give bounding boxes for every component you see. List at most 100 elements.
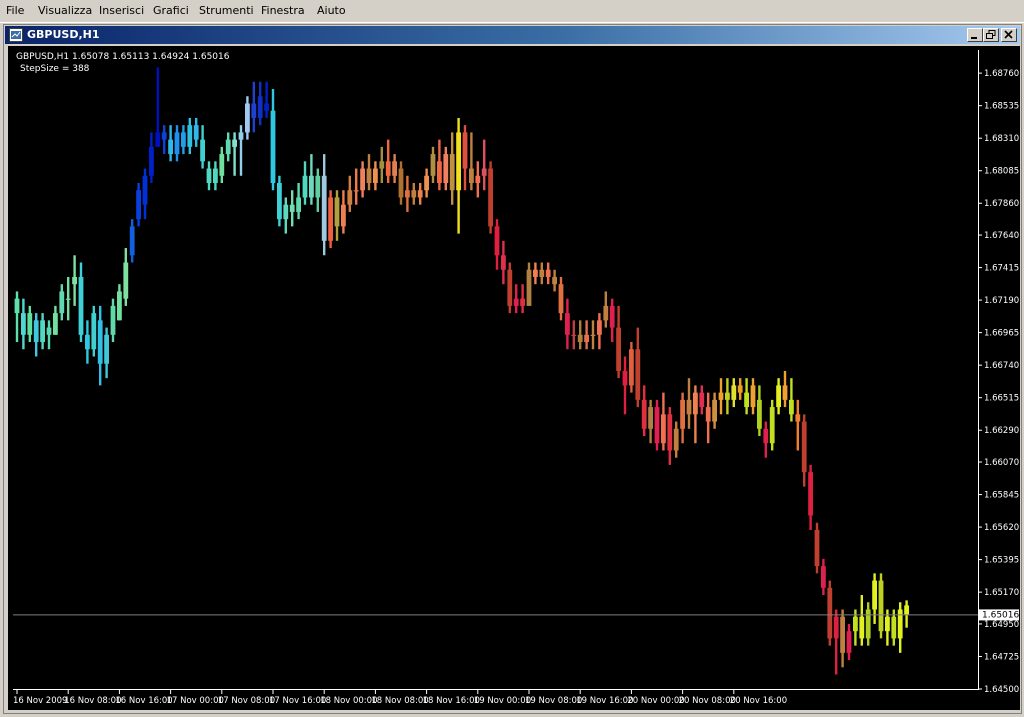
candle-body bbox=[725, 392, 730, 400]
candle-body bbox=[277, 183, 282, 220]
menu-inserisci[interactable]: Inserisci bbox=[99, 4, 144, 17]
candle-body bbox=[699, 392, 705, 408]
candle bbox=[488, 161, 493, 234]
candle-body bbox=[251, 103, 257, 118]
indicator-info: StepSize = 388 bbox=[20, 64, 90, 74]
candle-body bbox=[379, 161, 385, 169]
candle bbox=[654, 399, 660, 451]
candle-body bbox=[347, 190, 353, 205]
candle-body bbox=[571, 334, 577, 337]
candle-body bbox=[853, 616, 858, 632]
candle-body bbox=[53, 313, 58, 335]
candle-body bbox=[513, 298, 519, 306]
candle-body bbox=[430, 154, 436, 176]
candle-body bbox=[193, 125, 199, 140]
candle-body bbox=[488, 168, 493, 227]
candle-body bbox=[14, 298, 20, 314]
candle-body bbox=[865, 609, 871, 639]
price-tick-label: 1.65395 bbox=[984, 556, 1019, 566]
menu-grafici[interactable]: Grafici bbox=[153, 4, 189, 17]
candle-body bbox=[814, 529, 820, 567]
candle-body bbox=[565, 313, 570, 335]
window-titlebar[interactable]: GBPUSD,H1 bbox=[5, 26, 1020, 44]
candle-body bbox=[833, 616, 839, 639]
candle-body bbox=[21, 313, 26, 335]
candle-body bbox=[469, 168, 474, 184]
candle-body bbox=[72, 276, 77, 285]
candle-body bbox=[456, 132, 461, 191]
candle-body bbox=[136, 190, 141, 220]
candle-body bbox=[712, 399, 717, 422]
price-tick-label: 1.66515 bbox=[984, 394, 1019, 404]
price-tick-label: 1.66740 bbox=[984, 361, 1019, 371]
candle-body bbox=[187, 125, 193, 147]
menu-strumenti[interactable]: Strumenti bbox=[199, 4, 254, 17]
time-tick-label: 19 Nov 16:00 bbox=[576, 696, 633, 706]
candle-body bbox=[737, 385, 743, 393]
candle-body bbox=[373, 168, 378, 184]
candle-body bbox=[65, 298, 71, 300]
price-tick-label: 1.68760 bbox=[984, 69, 1019, 79]
price-tick-label: 1.65620 bbox=[984, 523, 1019, 533]
price-tick-label: 1.67860 bbox=[984, 199, 1019, 209]
menu-finestra[interactable]: Finestra bbox=[261, 4, 305, 17]
candle-body bbox=[405, 190, 410, 198]
candle-body bbox=[360, 168, 365, 191]
candle-body bbox=[763, 428, 769, 444]
time-tick-label: 17 Nov 08:00 bbox=[218, 696, 275, 706]
candle-body bbox=[315, 175, 321, 198]
candle-body bbox=[296, 197, 301, 212]
candle-body bbox=[168, 139, 173, 155]
close-button[interactable] bbox=[1001, 28, 1017, 42]
time-tick-label: 19 Nov 08:00 bbox=[525, 696, 582, 706]
price-tick-label: 1.65170 bbox=[984, 588, 1019, 598]
candle bbox=[878, 573, 884, 639]
candle-body bbox=[552, 276, 557, 285]
menu-visualizza[interactable]: Visualizza bbox=[38, 4, 92, 17]
candle-body bbox=[392, 161, 397, 176]
time-tick-label: 16 Nov 2009 bbox=[13, 696, 67, 706]
candle-body bbox=[603, 305, 609, 321]
candle-body bbox=[539, 269, 545, 277]
candle bbox=[507, 262, 513, 314]
candle-body bbox=[821, 566, 826, 588]
candle-body bbox=[437, 161, 442, 184]
candle-body bbox=[257, 96, 263, 118]
candle-body bbox=[891, 616, 897, 639]
candle bbox=[814, 522, 820, 574]
close-icon bbox=[1004, 30, 1013, 39]
candle-body bbox=[225, 139, 231, 155]
candle-body bbox=[264, 103, 269, 111]
price-tick-label: 1.64500 bbox=[984, 685, 1019, 695]
candle-body bbox=[808, 472, 813, 516]
time-tick-label: 19 Nov 00:00 bbox=[474, 696, 531, 706]
candle-body bbox=[443, 154, 449, 184]
time-tick-label: 18 Nov 16:00 bbox=[423, 696, 480, 706]
chart-area[interactable]: 1.68760 1.68535 1.68310 1.68085 1.67860 1.676… bbox=[8, 46, 1020, 710]
candle-body bbox=[283, 204, 289, 220]
candle-body bbox=[398, 168, 404, 198]
candle-body bbox=[897, 609, 903, 639]
price-tick-label: 1.67415 bbox=[984, 264, 1019, 274]
candle-body bbox=[590, 334, 596, 337]
candle-body bbox=[155, 132, 161, 147]
candle-body bbox=[622, 370, 628, 386]
candle-body bbox=[744, 392, 749, 408]
candle-body bbox=[424, 175, 429, 191]
candle-body bbox=[654, 407, 660, 444]
candle-body bbox=[289, 204, 295, 212]
candle-body bbox=[104, 334, 109, 364]
menu-file[interactable]: File bbox=[6, 4, 24, 17]
minimize-button[interactable] bbox=[967, 28, 983, 42]
candle-body bbox=[181, 132, 186, 147]
menu-aiuto[interactable]: Aiuto bbox=[317, 4, 346, 17]
minimize-icon bbox=[971, 37, 977, 39]
candle-body bbox=[840, 616, 845, 653]
candle-body bbox=[680, 399, 685, 429]
restore-button[interactable] bbox=[983, 28, 999, 42]
candle bbox=[769, 399, 775, 451]
candle-body bbox=[731, 385, 737, 400]
candle-body bbox=[123, 262, 129, 299]
candle bbox=[827, 580, 833, 646]
candle-body bbox=[385, 161, 391, 176]
